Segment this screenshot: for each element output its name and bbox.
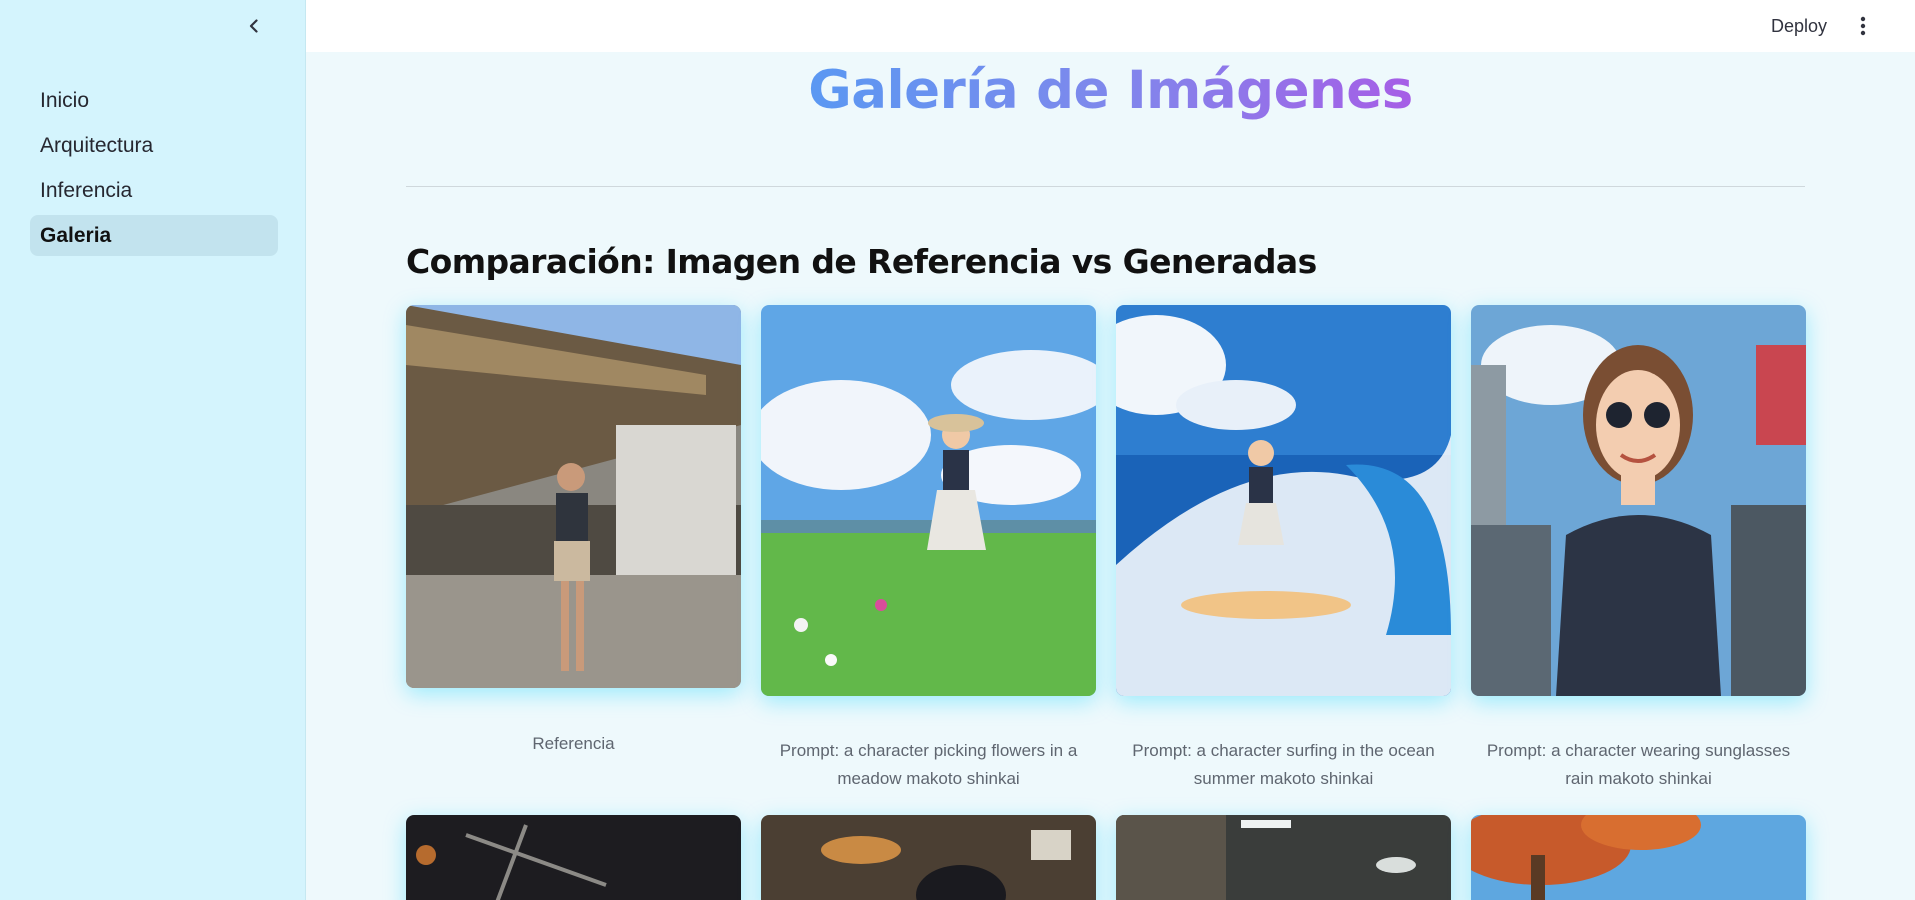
page-title: Galería de Imágenes [808,60,1413,121]
sidebar-item-galeria[interactable]: Galeria [30,215,278,256]
generated-image-sunglasses [1471,305,1806,696]
image-caption-sunglasses: Prompt: a character wearing sunglasses r… [1486,741,1791,788]
generated-image-autumn [1471,815,1806,900]
section-title: Comparación: Imagen de Referencia vs Gen… [406,242,1317,281]
collapse-sidebar-button[interactable] [240,12,268,40]
sidebar-nav: Inicio Arquitectura Inferencia Galeria [30,80,278,260]
sidebar-item-inferencia[interactable]: Inferencia [30,170,278,211]
sidebar-item-label: Inferencia [40,178,133,202]
vertical-dots-icon [1860,16,1866,36]
image-caption-meadow: Prompt: a character picking flowers in a… [779,741,1078,788]
sidebar-item-label: Inicio [40,88,90,112]
main-content: Galería de Imágenes Comparación: Imagen … [306,52,1915,900]
image-caption-reference: Referencia [532,734,615,753]
chevron-left-icon [249,19,258,33]
generated-image-shop [1116,815,1451,900]
image-caption-surfing: Prompt: a character surfing in the ocean… [1132,741,1435,788]
sidebar-item-label: Galeria [40,223,112,247]
generated-image-meadow [761,305,1096,696]
generated-image-stage [406,815,741,900]
divider [406,186,1805,187]
deploy-button[interactable]: Deploy [1761,10,1837,42]
sidebar: Inicio Arquitectura Inferencia Galeria [0,0,306,900]
sidebar-item-label: Arquitectura [40,133,154,157]
main-menu-button[interactable] [1849,12,1877,40]
generated-image-surfing [1116,305,1451,696]
generated-image-cafe [761,815,1096,900]
reference-image [406,305,741,688]
top-header: Deploy [306,0,1915,52]
sidebar-item-arquitectura[interactable]: Arquitectura [30,125,278,166]
sidebar-item-inicio[interactable]: Inicio [30,80,278,121]
